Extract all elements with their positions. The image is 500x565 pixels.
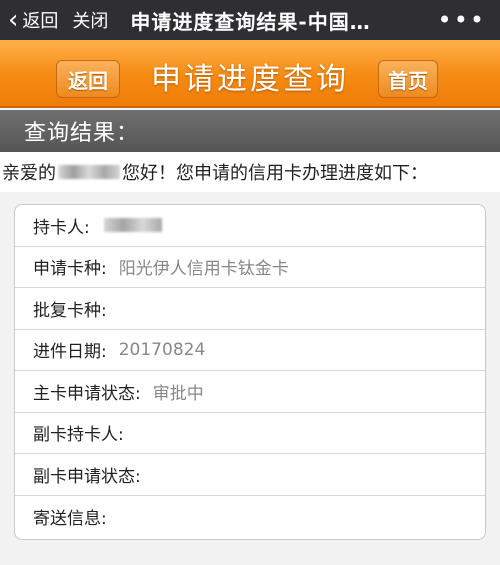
home-button[interactable]: 首页 (378, 60, 438, 98)
result-row-main-status: 主卡申请状态: 审批中 (15, 371, 485, 413)
row-label: 副卡持卡人: (33, 425, 124, 446)
greeting-prefix: 亲爱的 (2, 163, 56, 184)
row-label: 批复卡种: (33, 300, 107, 321)
chevron-left-icon: ‹ (8, 5, 19, 35)
row-label: 副卡申请状态: (33, 466, 141, 487)
result-row-approved-type: 批复卡种: (15, 288, 485, 330)
section-title: 查询结果： (0, 110, 500, 152)
redacted-cardholder (103, 218, 162, 233)
wechat-close-button[interactable]: 关闭 (72, 7, 108, 33)
result-row-cardholder: 持卡人: (15, 205, 485, 247)
wechat-back-label: 返回 (22, 11, 59, 32)
row-label: 主卡申请状态: (33, 383, 141, 404)
row-label: 寄送信息: (33, 508, 107, 529)
result-row-delivery: 寄送信息: (15, 496, 485, 538)
more-dots-icon[interactable]: ••• (438, 6, 486, 34)
row-label: 申请卡种: (33, 259, 107, 280)
greeting-suffix: 您好！您申请的信用卡办理进度如下： (122, 163, 428, 184)
row-value: 阳光伊人信用卡钛金卡 (118, 259, 289, 280)
result-card: 持卡人: 申请卡种: 阳光伊人信用卡钛金卡 批复卡种: 进件日期: 201708… (14, 204, 486, 540)
window-title: 申请进度查询结果-中国… (130, 9, 371, 34)
result-row-sub-holder: 副卡持卡人: (15, 413, 485, 454)
greeting-text: 亲爱的 您好！您申请的信用卡办理进度如下： (0, 152, 500, 192)
result-row-date: 进件日期: 20170824 (15, 330, 485, 371)
row-label: 进件日期: (33, 342, 107, 363)
wechat-back-button[interactable]: ‹ 返回 (0, 7, 58, 33)
page-header: 返回 申请进度查询 首页 (0, 40, 500, 108)
row-label: 持卡人: (33, 217, 90, 238)
result-row-sub-status: 副卡申请状态: (15, 454, 485, 496)
redacted-name (58, 165, 120, 179)
result-row-card-type: 申请卡种: 阳光伊人信用卡钛金卡 (15, 247, 485, 288)
row-value: 20170824 (118, 339, 206, 360)
wechat-top-bar: ‹ 返回 关闭 申请进度查询结果-中国… ••• (0, 0, 500, 40)
row-value: 审批中 (152, 383, 204, 404)
